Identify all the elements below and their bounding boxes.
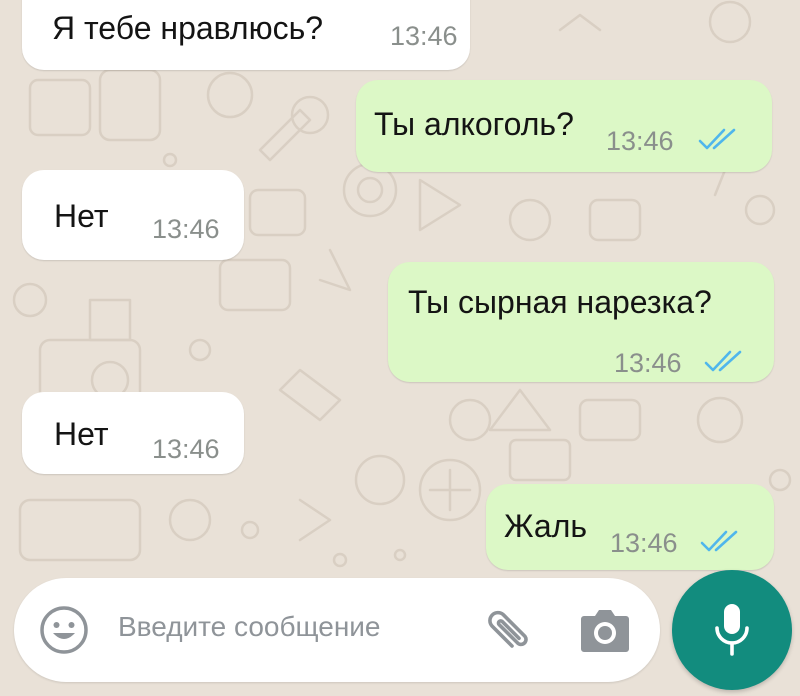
camera-icon[interactable]: [580, 606, 630, 654]
read-ticks-icon: [704, 350, 742, 372]
message-text: Ты алкоголь?: [374, 106, 574, 142]
message-bubble-outgoing[interactable]: Ты алкоголь? 13:46: [356, 80, 772, 172]
message-text: Нет: [54, 416, 109, 452]
message-time: 13:46: [390, 21, 458, 51]
message-text: Ты сырная нарезка?: [408, 284, 712, 320]
message-bubble-incoming[interactable]: Я тебе нравлюсь? 13:46: [22, 0, 470, 70]
message-bubble-incoming[interactable]: Нет 13:46: [22, 392, 244, 474]
message-text: Я тебе нравлюсь?: [52, 10, 324, 46]
emoji-icon[interactable]: [38, 604, 90, 656]
message-time: 13:46: [152, 434, 220, 464]
message-input-placeholder[interactable]: Введите сообщение: [118, 611, 381, 643]
paperclip-icon[interactable]: [478, 600, 538, 660]
message-time: 13:46: [152, 214, 220, 244]
message-bubble-outgoing[interactable]: Жаль 13:46: [486, 484, 774, 570]
voice-record-button[interactable]: [672, 570, 792, 690]
message-time: 13:46: [614, 348, 682, 378]
message-text: Жаль: [504, 508, 588, 544]
message-bubble-incoming[interactable]: Нет 13:46: [22, 170, 244, 260]
message-time: 13:46: [606, 126, 674, 156]
message-text: Нет: [54, 198, 109, 234]
message-bubble-outgoing[interactable]: Ты сырная нарезка? 13:46: [388, 262, 774, 382]
microphone-icon: [715, 604, 749, 656]
message-time: 13:46: [610, 528, 678, 558]
message-input-bar[interactable]: Введите сообщение: [14, 578, 660, 682]
read-ticks-icon: [698, 128, 736, 150]
read-ticks-icon: [700, 530, 738, 552]
